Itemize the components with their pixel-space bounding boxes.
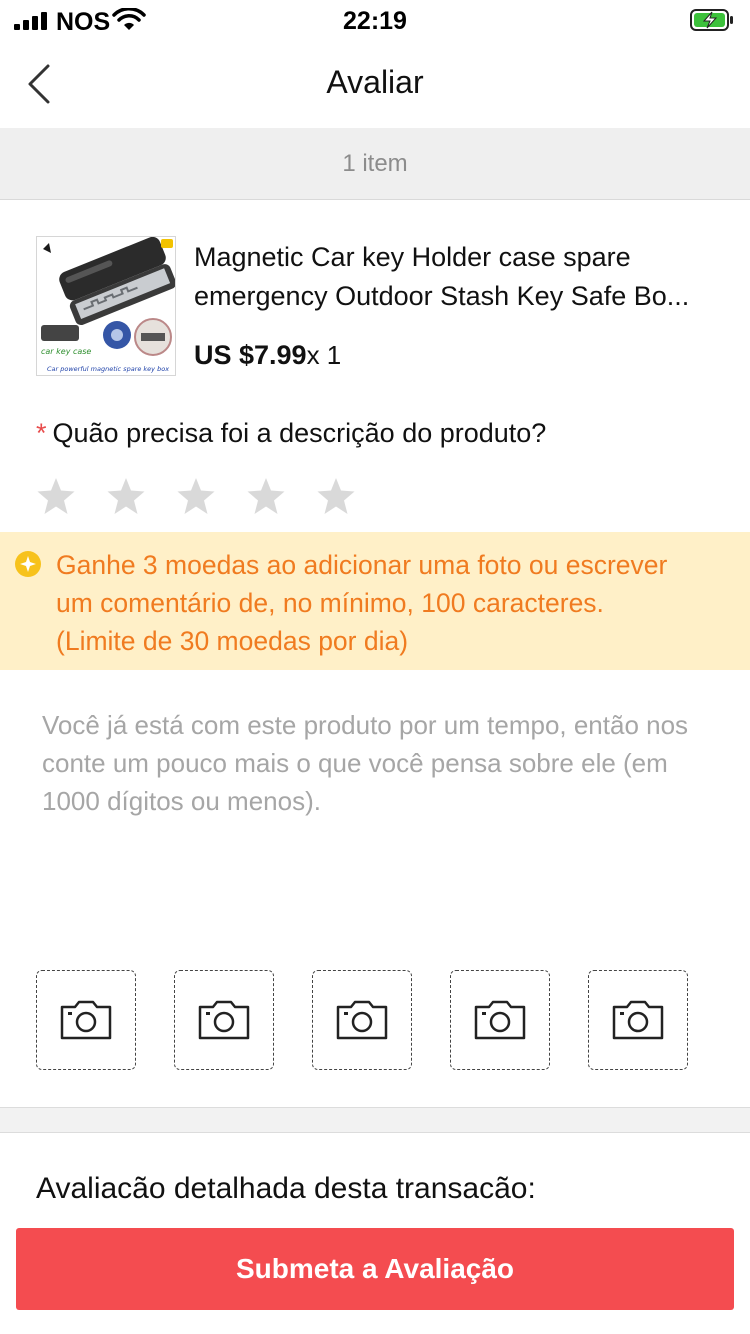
product-title[interactable]: Magnetic Car key Holder case spare emerg… <box>194 238 728 316</box>
price-row: US $7.99x 1 <box>194 340 341 371</box>
star-5[interactable] <box>316 476 356 516</box>
rating-question: * Quão precisa foi a descrição do produto… <box>36 418 546 449</box>
status-bar: NOS 22:19 <box>0 0 750 40</box>
coins-banner-line-3: (Limite de 30 moedas por dia) <box>56 626 409 656</box>
add-photo-button[interactable] <box>312 970 412 1070</box>
footer-bar: Submeta a Avaliação <box>0 1206 750 1334</box>
product-image-caption: Car powerful magnetic spare key box <box>47 365 169 373</box>
coins-banner-line-1: Ganhe 3 moedas ao adicionar uma foto ou … <box>56 550 668 580</box>
nav-bar: Avaliar <box>0 40 750 128</box>
section-divider <box>0 1107 750 1133</box>
product-card: car key case Car powerful magnetic spare… <box>36 236 726 378</box>
product-thumbnail[interactable]: car key case Car powerful magnetic spare… <box>36 236 176 376</box>
product-title-line-2: emergency Outdoor Stash Key Safe Bo... <box>194 281 690 311</box>
required-mark: * <box>36 418 47 448</box>
battery-charging-icon <box>690 9 733 31</box>
detailed-rating-title: Avaliacão detalhada desta transacão: <box>36 1172 536 1205</box>
product-title-line-1: Magnetic Car key Holder case spare <box>194 242 631 272</box>
photo-upload-row <box>36 970 726 1072</box>
camera-icon <box>198 1000 250 1040</box>
star-3[interactable] <box>176 476 216 516</box>
add-photo-button[interactable] <box>450 970 550 1070</box>
coin-icon <box>15 551 41 577</box>
page-title: Avaliar <box>326 64 424 100</box>
rating-question-text: Quão precisa foi a descrição do produto? <box>52 418 547 448</box>
coins-banner-text: Ganhe 3 moedas ao adicionar uma foto ou … <box>56 546 746 660</box>
add-photo-button[interactable] <box>36 970 136 1070</box>
star-4[interactable] <box>246 476 286 516</box>
add-photo-button[interactable] <box>174 970 274 1070</box>
product-image: car key case Car powerful magnetic spare… <box>37 237 175 375</box>
review-comment-input[interactable] <box>42 706 722 926</box>
coins-banner: Ganhe 3 moedas ao adicionar uma foto ou … <box>0 532 750 670</box>
submit-review-button[interactable]: Submeta a Avaliação <box>16 1228 734 1310</box>
camera-icon <box>474 1000 526 1040</box>
star-2[interactable] <box>106 476 146 516</box>
product-image-badge: car key case <box>41 347 91 356</box>
product-price: US $7.99 <box>194 340 307 370</box>
camera-icon <box>336 1000 388 1040</box>
camera-icon <box>612 1000 664 1040</box>
item-count: 1 item <box>342 150 408 177</box>
clock: 22:19 <box>343 7 407 35</box>
star-1[interactable] <box>36 476 76 516</box>
coins-banner-line-2: um comentário de, no mínimo, 100 caracte… <box>56 588 604 618</box>
product-quantity: x 1 <box>306 340 342 370</box>
items-summary-bar: 1 item <box>0 128 750 200</box>
add-photo-button[interactable] <box>588 970 688 1070</box>
camera-icon <box>60 1000 112 1040</box>
